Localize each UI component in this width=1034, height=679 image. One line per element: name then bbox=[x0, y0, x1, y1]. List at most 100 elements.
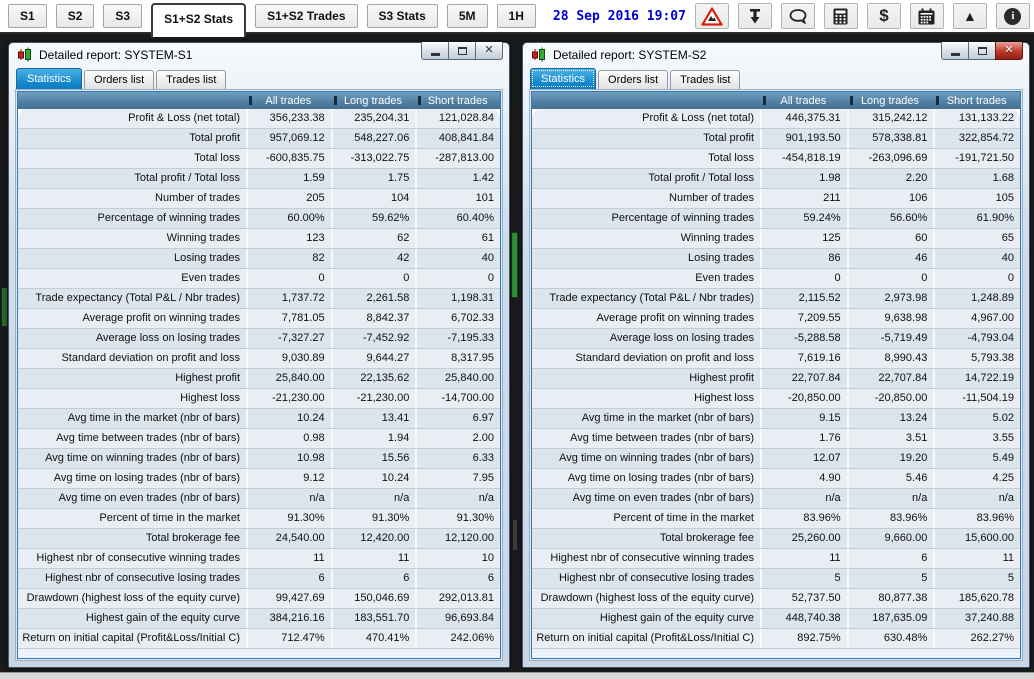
table-row[interactable]: Percent of time in the market83.96%83.96… bbox=[532, 509, 1020, 529]
row-value: 448,740.38 bbox=[760, 609, 847, 628]
table-row[interactable]: Avg time in the market (nbr of bars)9.15… bbox=[532, 409, 1020, 429]
table-row[interactable]: Percentage of winning trades59.24%56.60%… bbox=[532, 209, 1020, 229]
maximize-button[interactable] bbox=[968, 42, 996, 60]
table-row[interactable]: Number of trades205104101 bbox=[18, 189, 500, 209]
table-row[interactable]: Standard deviation on profit and loss9,0… bbox=[18, 349, 500, 369]
table-row[interactable]: Return on initial capital (Profit&Loss/I… bbox=[18, 629, 500, 649]
table-row[interactable]: Percent of time in the market91.30%91.30… bbox=[18, 509, 500, 529]
row-value: 5 bbox=[933, 569, 1020, 588]
table-row[interactable]: Avg time on losing trades (nbr of bars)9… bbox=[18, 469, 500, 489]
minimize-button[interactable] bbox=[421, 42, 449, 60]
workspace-tab-s1-s2-stats[interactable]: S1+S2 Stats bbox=[151, 3, 246, 37]
table-row[interactable]: Highest gain of the equity curve384,216.… bbox=[18, 609, 500, 629]
header-long-trades[interactable]: Long trades bbox=[847, 92, 934, 109]
table-row[interactable]: Avg time on winning trades (nbr of bars)… bbox=[18, 449, 500, 469]
table-row[interactable]: Drawdown (highest loss of the equity cur… bbox=[532, 589, 1020, 609]
table-row[interactable]: Number of trades211106105 bbox=[532, 189, 1020, 209]
table-row[interactable]: Even trades000 bbox=[532, 269, 1020, 289]
table-row[interactable]: Average profit on winning trades7,209.55… bbox=[532, 309, 1020, 329]
table-row[interactable]: Avg time between trades (nbr of bars)1.7… bbox=[532, 429, 1020, 449]
row-value: 322,854.72 bbox=[933, 129, 1020, 148]
table-row[interactable]: Avg time on even trades (nbr of bars)n/a… bbox=[18, 489, 500, 509]
calculator-icon-button[interactable] bbox=[824, 3, 858, 29]
table-row[interactable]: Total brokerage fee25,260.009,660.0015,6… bbox=[532, 529, 1020, 549]
alert-roadwork-icon-button[interactable] bbox=[695, 3, 729, 29]
row-value: 62 bbox=[331, 229, 416, 248]
header-all-trades[interactable]: All trades bbox=[760, 92, 847, 109]
row-value: 61.90% bbox=[933, 209, 1020, 228]
window-titlebar[interactable]: Detailed report: SYSTEM-S2 ✕ bbox=[529, 43, 1023, 68]
workspace-tab-s2[interactable]: S2 bbox=[56, 4, 95, 28]
table-row[interactable]: Winning trades1256065 bbox=[532, 229, 1020, 249]
workspace-tab-s3-stats[interactable]: S3 Stats bbox=[367, 4, 438, 28]
calendar-icon-button[interactable] bbox=[910, 3, 944, 29]
table-row[interactable]: Standard deviation on profit and loss7,6… bbox=[532, 349, 1020, 369]
chat-bubble-icon-button[interactable] bbox=[781, 3, 815, 29]
close-button[interactable]: ✕ bbox=[475, 42, 503, 60]
table-row[interactable]: Total loss-600,835.75-313,022.75-287,813… bbox=[18, 149, 500, 169]
window-titlebar[interactable]: Detailed report: SYSTEM-S1 ✕ bbox=[15, 43, 503, 68]
table-row[interactable]: Highest loss-20,850.00-20,850.00-11,504.… bbox=[532, 389, 1020, 409]
table-row[interactable]: Highest nbr of consecutive losing trades… bbox=[532, 569, 1020, 589]
table-row[interactable]: Total profit / Total loss1.982.201.68 bbox=[532, 169, 1020, 189]
table-row[interactable]: Avg time between trades (nbr of bars)0.9… bbox=[18, 429, 500, 449]
table-row[interactable]: Profit & Loss (net total)356,233.38235,2… bbox=[18, 109, 500, 129]
table-row[interactable]: Avg time in the market (nbr of bars)10.2… bbox=[18, 409, 500, 429]
table-row[interactable]: Return on initial capital (Profit&Loss/I… bbox=[532, 629, 1020, 649]
table-row[interactable]: Highest profit22,707.8422,707.8414,722.1… bbox=[532, 369, 1020, 389]
detailed-report-window: Detailed report: SYSTEM-S1 ✕ StatisticsO… bbox=[8, 42, 510, 668]
datetime-display: 28 Sep 2016 19:07 bbox=[553, 9, 686, 24]
tab-orders-list[interactable]: Orders list bbox=[598, 70, 668, 89]
tab-statistics[interactable]: Statistics bbox=[16, 68, 82, 89]
table-row[interactable]: Profit & Loss (net total)446,375.31315,2… bbox=[532, 109, 1020, 129]
header-long-trades[interactable]: Long trades bbox=[331, 92, 416, 109]
workspace-tab-s3[interactable]: S3 bbox=[103, 4, 142, 28]
table-row[interactable]: Percentage of winning trades60.00%59.62%… bbox=[18, 209, 500, 229]
table-row[interactable]: Total profit901,193.50578,338.81322,854.… bbox=[532, 129, 1020, 149]
table-row[interactable]: Even trades000 bbox=[18, 269, 500, 289]
table-row[interactable]: Avg time on winning trades (nbr of bars)… bbox=[532, 449, 1020, 469]
table-row[interactable]: Avg time on even trades (nbr of bars)n/a… bbox=[532, 489, 1020, 509]
row-value: 5.02 bbox=[933, 409, 1020, 428]
maximize-button[interactable] bbox=[448, 42, 476, 60]
tab-statistics[interactable]: Statistics bbox=[530, 68, 596, 89]
table-row[interactable]: Average loss on losing trades-5,288.58-5… bbox=[532, 329, 1020, 349]
tab-trades-list[interactable]: Trades list bbox=[670, 70, 740, 89]
table-row[interactable]: Losing trades824240 bbox=[18, 249, 500, 269]
table-row[interactable]: Highest gain of the equity curve448,740.… bbox=[532, 609, 1020, 629]
row-value: 8,317.95 bbox=[415, 349, 500, 368]
table-row[interactable]: Trade expectancy (Total P&L / Nbr trades… bbox=[18, 289, 500, 309]
workspace-tab-1h[interactable]: 1H bbox=[497, 4, 536, 28]
table-row[interactable]: Total loss-454,818.19-263,096.69-191,721… bbox=[532, 149, 1020, 169]
download-icon-button[interactable] bbox=[738, 3, 772, 29]
statistics-table: All tradesLong tradesShort trades Profit… bbox=[17, 91, 501, 659]
info-icon-button[interactable]: i bbox=[996, 3, 1030, 29]
table-row[interactable]: Trade expectancy (Total P&L / Nbr trades… bbox=[532, 289, 1020, 309]
table-row[interactable]: Highest profit25,840.0022,135.6225,840.0… bbox=[18, 369, 500, 389]
dollar-icon-button[interactable]: $ bbox=[867, 3, 901, 29]
table-row[interactable]: Highest nbr of consecutive winning trade… bbox=[532, 549, 1020, 569]
header-short-trades[interactable]: Short trades bbox=[933, 92, 1020, 109]
table-row[interactable]: Avg time on losing trades (nbr of bars)4… bbox=[532, 469, 1020, 489]
table-row[interactable]: Average loss on losing trades-7,327.27-7… bbox=[18, 329, 500, 349]
table-row[interactable]: Drawdown (highest loss of the equity cur… bbox=[18, 589, 500, 609]
table-row[interactable]: Winning trades1236261 bbox=[18, 229, 500, 249]
table-row[interactable]: Average profit on winning trades7,781.05… bbox=[18, 309, 500, 329]
table-row[interactable]: Losing trades864640 bbox=[532, 249, 1020, 269]
close-button[interactable]: ✕ bbox=[995, 42, 1023, 60]
table-row[interactable]: Highest nbr of consecutive losing trades… bbox=[18, 569, 500, 589]
table-row[interactable]: Total brokerage fee24,540.0012,420.0012,… bbox=[18, 529, 500, 549]
table-row[interactable]: Highest nbr of consecutive winning trade… bbox=[18, 549, 500, 569]
tab-orders-list[interactable]: Orders list bbox=[84, 70, 154, 89]
warning-triangle-icon-button[interactable]: ▲ bbox=[953, 3, 987, 29]
table-row[interactable]: Highest loss-21,230.00-21,230.00-14,700.… bbox=[18, 389, 500, 409]
workspace-tab-s1-s2-trades[interactable]: S1+S2 Trades bbox=[255, 4, 357, 28]
workspace-tab-s1[interactable]: S1 bbox=[8, 4, 47, 28]
table-row[interactable]: Total profit / Total loss1.591.751.42 bbox=[18, 169, 500, 189]
table-row[interactable]: Total profit957,069.12548,227.06408,841.… bbox=[18, 129, 500, 149]
tab-trades-list[interactable]: Trades list bbox=[156, 70, 226, 89]
header-short-trades[interactable]: Short trades bbox=[415, 92, 500, 109]
workspace-tab-5m[interactable]: 5M bbox=[447, 4, 488, 28]
header-all-trades[interactable]: All trades bbox=[246, 92, 331, 109]
minimize-button[interactable] bbox=[941, 42, 969, 60]
